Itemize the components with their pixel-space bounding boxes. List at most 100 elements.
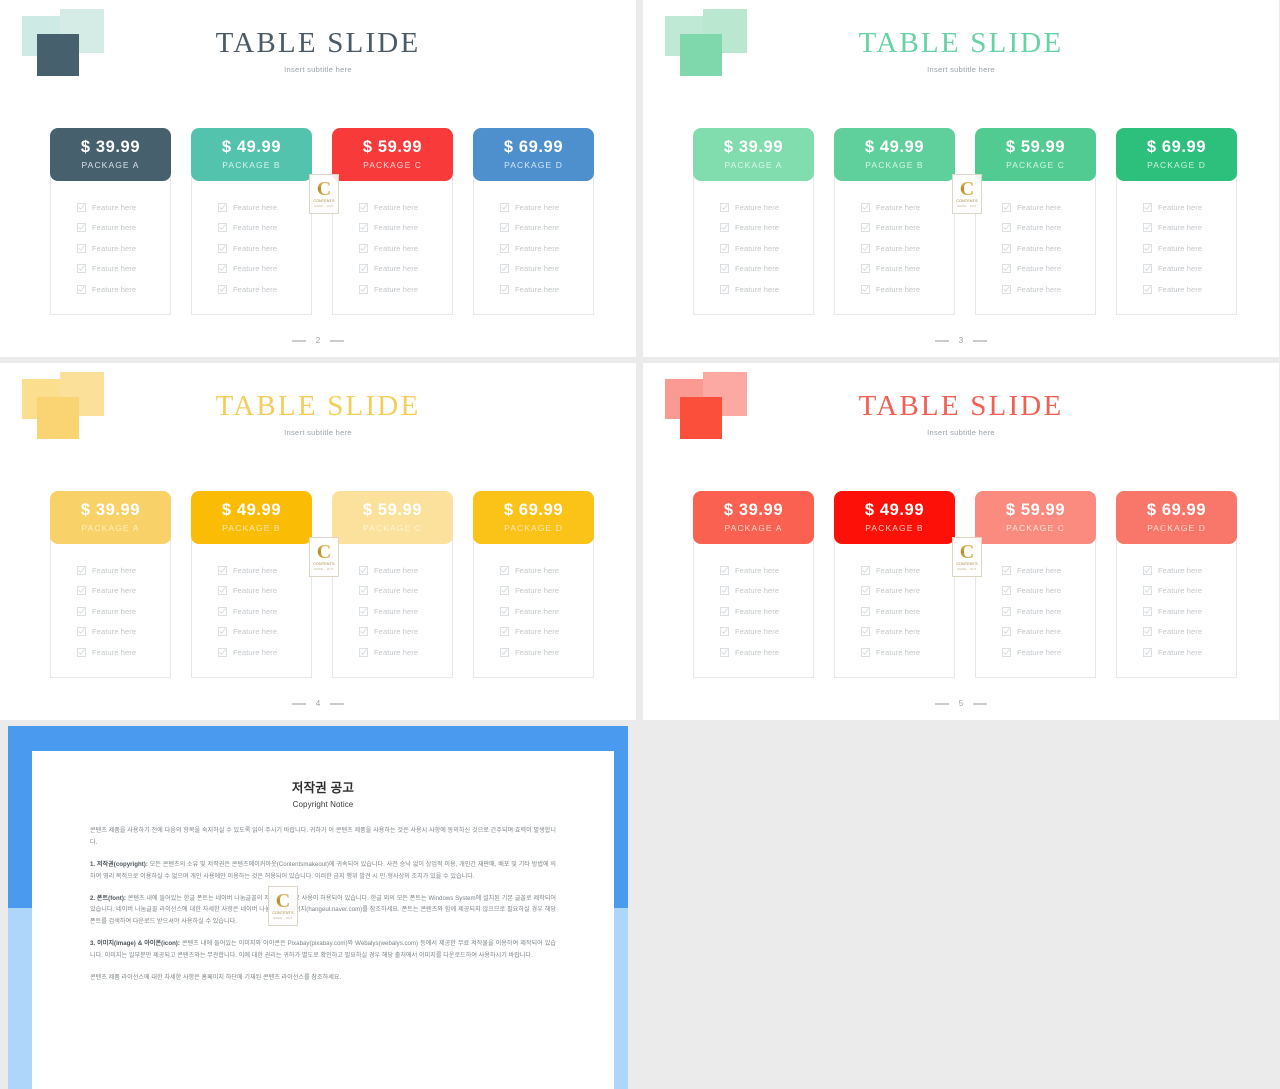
pricing-card: $ 49.99 PACKAGE B Feature here Feature here…	[834, 128, 955, 315]
feature-row: Feature here	[835, 601, 954, 622]
feature-row: Feature here	[333, 560, 452, 581]
feature-row: Feature here	[51, 259, 170, 280]
watermark-letter: C	[959, 178, 975, 200]
feature-row: Feature here	[1117, 238, 1236, 259]
slide-thumbnail-copyright[interactable]: 저작권 공고 Copyright Notice 콘텐츠 제품을 사용하기 전에 …	[0, 726, 636, 1089]
pager-dash-right	[330, 339, 345, 342]
slide-thumbnail-4[interactable]: TABLE SLIDE Insert subtitle here $ 39.99…	[0, 363, 636, 720]
pricing-card-header: $ 59.99 PACKAGE C	[332, 128, 453, 182]
feature-row: Feature here	[333, 218, 452, 239]
price-label: $ 69.99	[503, 138, 564, 156]
feature-label: Feature here	[374, 223, 419, 233]
pager-dash-right	[973, 339, 988, 342]
feature-label: Feature here	[92, 223, 137, 233]
checkbox-checked-icon	[861, 223, 870, 233]
feature-label: Feature here	[92, 565, 137, 575]
package-label: PACKAGE B	[222, 523, 281, 534]
feature-label: Feature here	[876, 243, 921, 253]
checkbox-checked-icon	[1002, 284, 1011, 294]
feature-row: Feature here	[835, 238, 954, 259]
checkbox-checked-icon	[77, 223, 86, 233]
pricing-card-header: $ 69.99 PACKAGE D	[1116, 128, 1237, 182]
pricing-card-header: $ 69.99 PACKAGE D	[473, 491, 594, 545]
feature-label: Feature here	[876, 565, 921, 575]
feature-row: Feature here	[333, 642, 452, 663]
slide-thumbnail-2[interactable]: TABLE SLIDE Insert subtitle here $ 39.99…	[0, 0, 636, 357]
pricing-card-features: Feature here Feature here Feature here Feat…	[332, 538, 453, 678]
page-title: TABLE SLIDE	[858, 27, 1064, 59]
pricing-card-features: Feature here Feature here Feature here Feat…	[191, 175, 312, 315]
watermark-letter: C	[275, 890, 291, 912]
checkbox-checked-icon	[218, 627, 227, 637]
checkbox-checked-icon	[359, 586, 368, 596]
slide-thumbnail-5[interactable]: TABLE SLIDE Insert subtitle here $ 39.99…	[643, 363, 1279, 720]
checkbox-checked-icon	[720, 223, 729, 233]
checkbox-checked-icon	[359, 606, 368, 616]
pager-dash-right	[973, 702, 988, 705]
page-subtitle: Insert subtitle here	[927, 428, 995, 438]
feature-row: Feature here	[192, 218, 311, 239]
checkbox-checked-icon	[500, 223, 509, 233]
feature-row: Feature here	[51, 197, 170, 218]
feature-row: Feature here	[192, 238, 311, 259]
checkbox-checked-icon	[720, 606, 729, 616]
watermark-letter: C	[316, 178, 332, 200]
price-label: $ 59.99	[362, 501, 423, 519]
checkbox-checked-icon	[500, 606, 509, 616]
watermark-letter: C	[316, 541, 332, 563]
slide-thumbnail-3[interactable]: TABLE SLIDE Insert subtitle here $ 39.99…	[643, 0, 1279, 357]
pricing-card: $ 69.99 PACKAGE D Feature here Feature here…	[473, 128, 594, 315]
slide-thumbnail-grid: TABLE SLIDE Insert subtitle here $ 39.99…	[0, 0, 1280, 1089]
checkbox-checked-icon	[861, 202, 870, 212]
checkbox-checked-icon	[720, 264, 729, 274]
pricing-card-header: $ 39.99 PACKAGE A	[50, 491, 171, 545]
feature-label: Feature here	[876, 586, 921, 596]
feature-label: Feature here	[92, 243, 137, 253]
page-title: TABLE SLIDE	[858, 390, 1064, 422]
feature-row: Feature here	[694, 622, 813, 643]
feature-label: Feature here	[92, 627, 137, 637]
pricing-card: $ 49.99 PACKAGE B Feature here Feature here…	[834, 491, 955, 678]
feature-row: Feature here	[1117, 642, 1236, 663]
feature-label: Feature here	[92, 284, 137, 294]
slide-content-4: TABLE SLIDE Insert subtitle here $ 39.99…	[6, 369, 630, 716]
contents-watermark: C CONTENTS MAKE · OUT	[952, 174, 982, 214]
checkbox-checked-icon	[500, 202, 509, 212]
checkbox-checked-icon	[359, 202, 368, 212]
feature-row: Feature here	[51, 218, 170, 239]
empty-grid-cell	[643, 726, 1280, 1089]
pricing-card-features: Feature here Feature here Feature here Feat…	[975, 175, 1096, 315]
package-label: PACKAGE A	[724, 523, 783, 534]
watermark-line1: CONTENTS	[313, 562, 335, 566]
price-label: $ 59.99	[1005, 501, 1066, 519]
feature-row: Feature here	[694, 601, 813, 622]
checkbox-checked-icon	[1002, 243, 1011, 253]
feature-label: Feature here	[374, 243, 419, 253]
feature-label: Feature here	[374, 586, 419, 596]
feature-row: Feature here	[474, 601, 593, 622]
pricing-card-features: Feature here Feature here Feature here Feat…	[834, 538, 955, 678]
checkbox-checked-icon	[218, 243, 227, 253]
price-label: $ 49.99	[864, 138, 925, 156]
checkbox-checked-icon	[359, 243, 368, 253]
checkbox-checked-icon	[861, 586, 870, 596]
feature-row: Feature here	[51, 279, 170, 300]
feature-row: Feature here	[835, 218, 954, 239]
pricing-table: $ 39.99 PACKAGE A Feature here Feature here…	[693, 491, 1237, 678]
feature-row: Feature here	[192, 279, 311, 300]
page-subtitle: Insert subtitle here	[284, 428, 352, 438]
feature-label: Feature here	[1158, 223, 1203, 233]
watermark-line1: CONTENTS	[272, 911, 294, 915]
price-label: $ 69.99	[1146, 501, 1207, 519]
page-subtitle: Insert subtitle here	[284, 65, 352, 75]
package-label: PACKAGE C	[363, 160, 422, 171]
feature-label: Feature here	[515, 223, 560, 233]
feature-label: Feature here	[1158, 565, 1203, 575]
price-label: $ 39.99	[723, 138, 784, 156]
pricing-card-header: $ 59.99 PACKAGE C	[975, 128, 1096, 182]
feature-label: Feature here	[92, 202, 137, 212]
checkbox-checked-icon	[1143, 647, 1152, 657]
page-title: TABLE SLIDE	[215, 390, 421, 422]
feature-row: Feature here	[51, 622, 170, 643]
feature-row: Feature here	[333, 259, 452, 280]
